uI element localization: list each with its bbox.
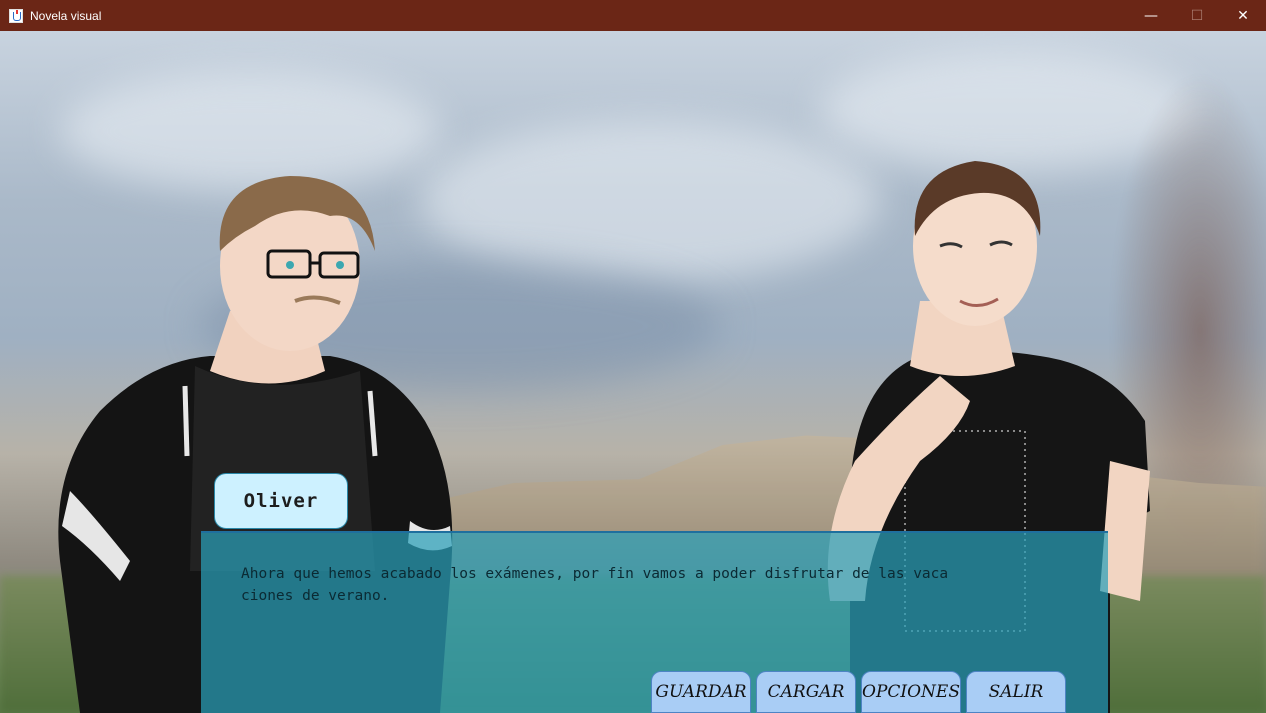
game-menu: GUARDAR CARGAR OPCIONES SALIR xyxy=(651,671,1066,713)
window-titlebar: Novela visual — ☐ ✕ xyxy=(0,0,1266,31)
load-button[interactable]: CARGAR xyxy=(756,671,856,713)
window-title: Novela visual xyxy=(30,8,102,23)
window-controls: — ☐ ✕ xyxy=(1128,0,1266,31)
speaker-name-box: Oliver xyxy=(214,473,348,529)
maximize-button[interactable]: ☐ xyxy=(1174,0,1220,31)
options-button[interactable]: OPCIONES xyxy=(861,671,961,713)
minimize-button[interactable]: — xyxy=(1128,0,1174,31)
close-button[interactable]: ✕ xyxy=(1220,0,1266,31)
speaker-name: Oliver xyxy=(243,490,319,512)
dialogue-text: Ahora que hemos acabado los exámenes, po… xyxy=(241,566,949,604)
exit-button[interactable]: SALIR xyxy=(966,671,1066,713)
save-button[interactable]: GUARDAR xyxy=(651,671,751,713)
java-app-icon xyxy=(9,8,23,23)
